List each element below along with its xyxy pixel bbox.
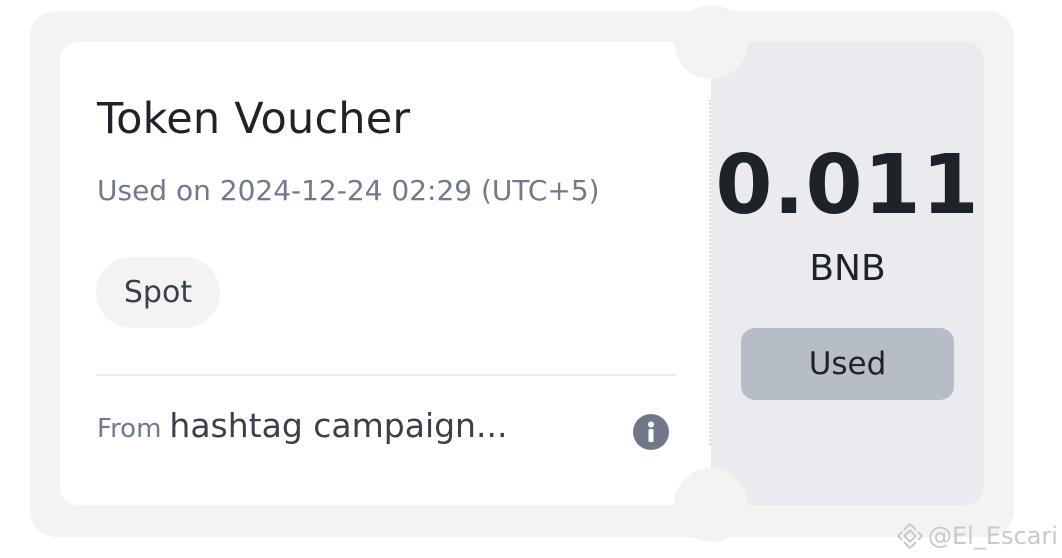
source-row: From hashtag campaign... [97, 406, 507, 445]
watermark: @El_Escari [896, 522, 1058, 550]
page: Token Voucher Used on 2024-12-24 02:29 (… [0, 0, 1062, 558]
spot-tag-label: Spot [123, 275, 193, 310]
from-label: From [97, 414, 162, 444]
used-status-button[interactable]: Used [741, 328, 954, 400]
used-status-label: Used [808, 346, 887, 382]
ticket-notch-top [674, 5, 748, 79]
voucher-currency: BNB [809, 248, 886, 289]
binance-logo-icon [897, 523, 923, 549]
voucher-title: Token Voucher [97, 94, 411, 144]
ticket-notch-bottom [674, 468, 748, 542]
spot-tag: Spot [96, 257, 220, 328]
watermark-text: @El_Escari [928, 522, 1058, 550]
campaign-name: hashtag campaign... [169, 406, 508, 445]
voucher-amount: 0.011 [715, 138, 980, 233]
info-glyph [648, 421, 654, 442]
used-on-timestamp: Used on 2024-12-24 02:29 (UTC+5) [97, 174, 600, 207]
info-icon[interactable] [633, 414, 669, 450]
divider [96, 374, 676, 376]
